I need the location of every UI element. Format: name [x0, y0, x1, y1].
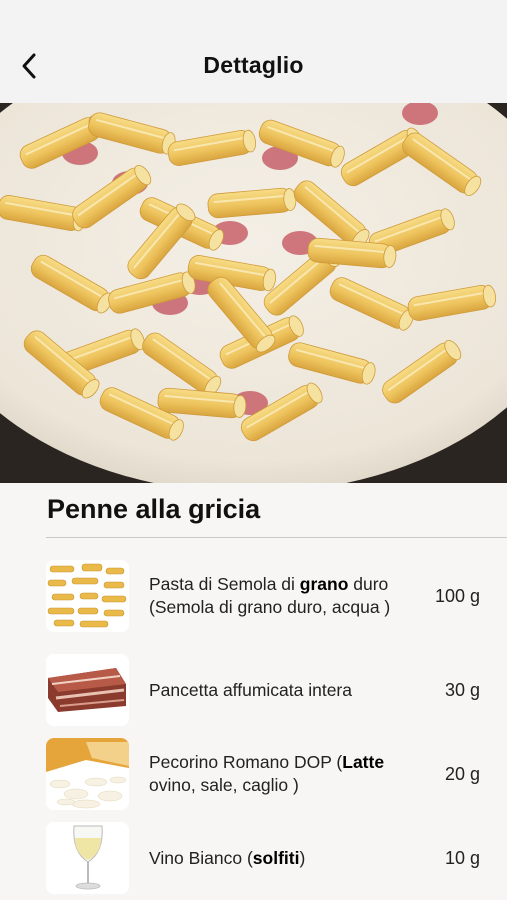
ingredient-name: Pecorino Romano DOP (Latte ovino, sale, …: [149, 752, 385, 795]
ingredient-name: Vino Bianco (solfiti): [149, 847, 306, 868]
recipe-title: Penne alla gricia: [47, 494, 261, 524]
pecorino-thumbnail: [46, 738, 129, 810]
ingredient-quantity: 10 g: [444, 847, 480, 868]
ingredient-quantity: 20 g: [444, 763, 480, 784]
ingredient-name: Pasta di Semola di grano duro (Semola di…: [149, 574, 391, 617]
ingredient-row[interactable]: Vino Bianco (solfiti) 10 g: [0, 822, 507, 898]
pasta-thumbnail: [46, 560, 129, 632]
ingredient-row[interactable]: Pecorino Romano DOP (Latte ovino, sale, …: [0, 738, 507, 814]
recipe-photo: [0, 103, 507, 483]
ingredient-quantity: 100 g: [434, 585, 480, 606]
ingredient-row[interactable]: Pancetta affumicata intera 30 g: [0, 654, 507, 730]
top-bar: Dettaglio: [0, 0, 507, 103]
ingredient-name: Pancetta affumicata intera: [149, 679, 352, 700]
pancetta-thumbnail: [46, 654, 129, 726]
ingredient-row[interactable]: Pasta di Semola di grano duro (Semola di…: [0, 560, 507, 636]
ingredient-quantity: 30 g: [444, 679, 480, 700]
wine-glass-thumbnail: [46, 822, 129, 894]
divider: [46, 537, 507, 538]
page-title: Dettaglio: [203, 52, 304, 78]
